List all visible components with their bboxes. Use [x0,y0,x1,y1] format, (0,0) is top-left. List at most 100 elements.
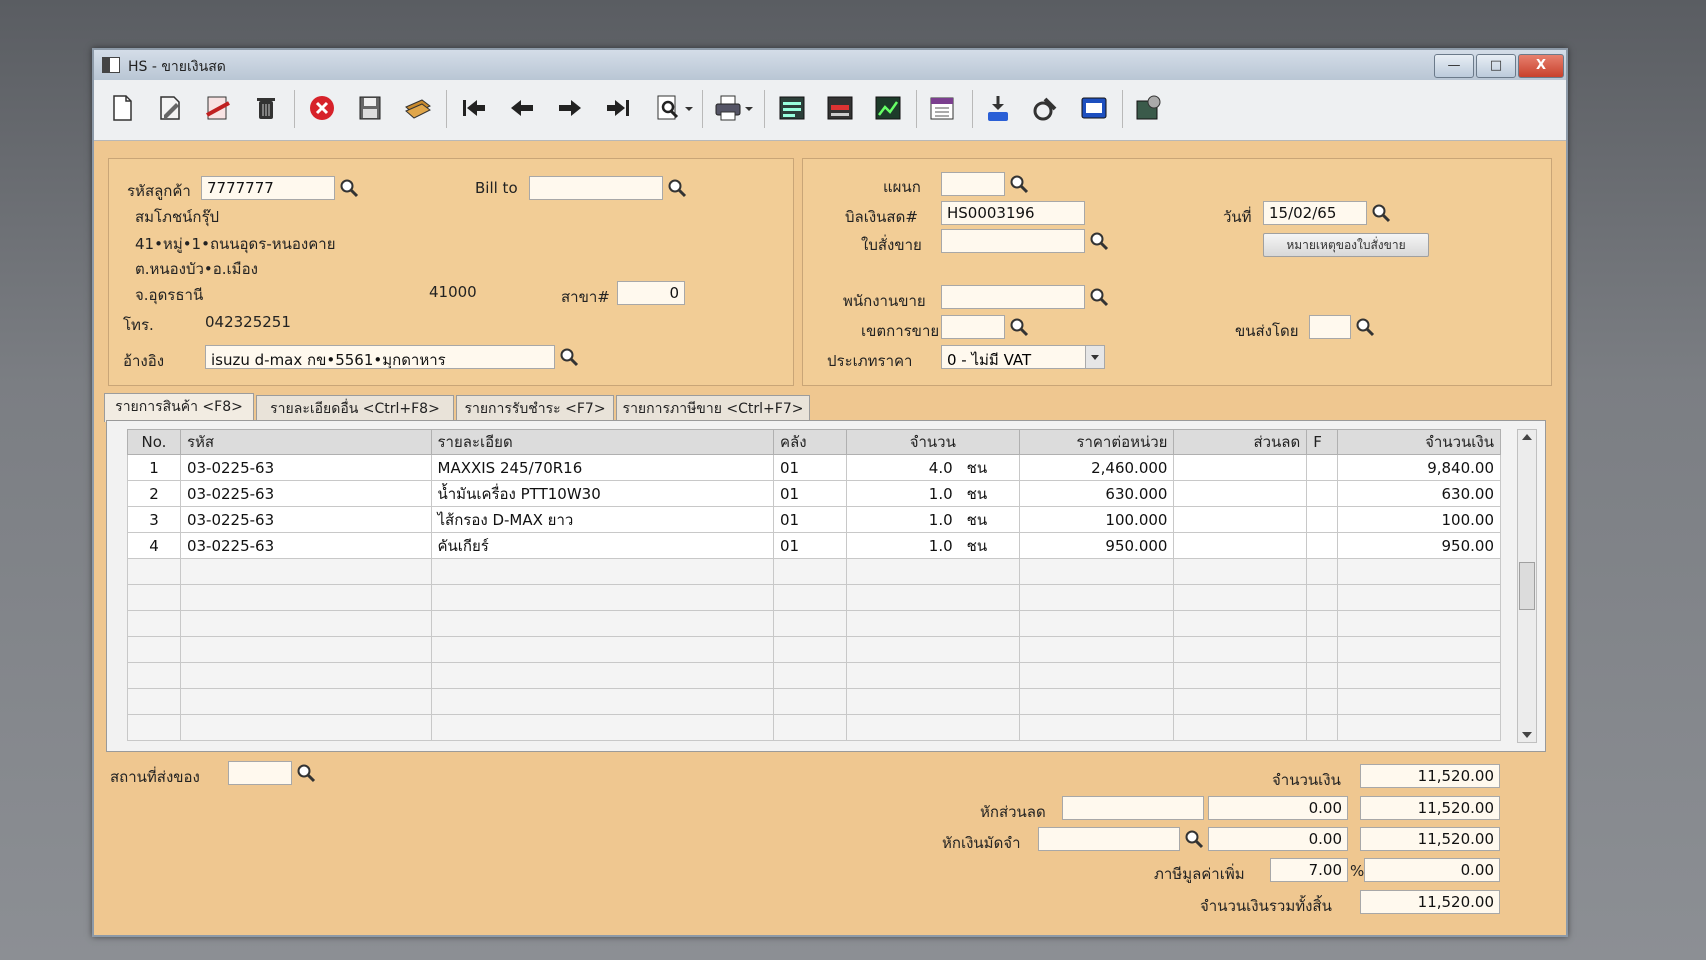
bill-number-input[interactable]: HS0003196 [941,201,1085,225]
reference-search-icon[interactable] [557,345,581,369]
row-number[interactable]: 3 [127,506,181,533]
ship-to-search-icon[interactable] [294,761,318,785]
empty-cell[interactable] [127,558,181,585]
empty-cell[interactable] [1337,636,1501,663]
empty-cell[interactable] [430,662,774,689]
item-amount[interactable]: 100.00 [1337,506,1501,533]
save-icon[interactable] [352,90,388,126]
row-number[interactable]: 4 [127,532,181,559]
empty-row[interactable] [127,610,1501,637]
col-flag[interactable]: F [1306,429,1339,455]
sales-order-note-button[interactable]: หมายเหตุของใบสั่งขาย [1263,233,1429,257]
empty-cell[interactable] [773,714,847,741]
empty-cell[interactable] [1337,662,1501,689]
salesman-input[interactable] [941,285,1085,309]
empty-cell[interactable] [1018,558,1175,585]
empty-cell[interactable] [1306,610,1339,637]
empty-cell[interactable] [430,688,774,715]
empty-cell[interactable] [773,636,847,663]
empty-cell[interactable] [1306,636,1339,663]
customer-search-icon[interactable] [337,176,361,200]
empty-cell[interactable] [1306,714,1339,741]
empty-cell[interactable] [179,688,432,715]
new-document-icon[interactable] [104,90,140,126]
discount-text-input[interactable] [1062,796,1204,820]
item-flag[interactable] [1306,480,1339,507]
empty-row[interactable] [127,558,1501,585]
empty-cell[interactable] [773,584,847,611]
item-flag[interactable] [1306,454,1339,481]
empty-cell[interactable] [127,610,181,637]
deposit-amount-input[interactable]: 0.00 [1208,827,1348,851]
empty-cell[interactable] [179,714,432,741]
item-description[interactable]: MAXXIS 245/70R16 [430,454,774,481]
empty-cell[interactable] [430,584,774,611]
empty-cell[interactable] [1337,714,1501,741]
shipper-input[interactable] [1309,315,1351,339]
empty-cell[interactable] [127,584,181,611]
first-record-icon[interactable] [456,90,492,126]
grid-scrollbar[interactable] [1517,429,1537,743]
branch-input[interactable]: 0 [617,281,685,305]
item-code[interactable]: 03-0225-63 [179,532,432,559]
empty-cell[interactable] [1018,584,1175,611]
calendar-icon[interactable] [924,90,960,126]
cancel-icon[interactable] [304,90,340,126]
empty-row[interactable] [127,662,1501,689]
empty-cell[interactable] [430,558,774,585]
ok-check-icon[interactable] [1028,90,1064,126]
report2-icon[interactable] [822,90,858,126]
row-number[interactable]: 1 [127,454,181,481]
close-button[interactable]: X [1518,54,1564,78]
empty-cell[interactable] [1018,688,1175,715]
item-flag[interactable] [1306,532,1339,559]
bill-to-input[interactable] [529,176,663,200]
empty-cell[interactable] [179,610,432,637]
empty-cell[interactable] [773,662,847,689]
empty-cell[interactable] [1173,714,1308,741]
empty-cell[interactable] [127,714,181,741]
empty-cell[interactable] [1306,558,1339,585]
print-dropdown-icon[interactable] [742,90,756,126]
item-discount[interactable] [1173,454,1308,481]
empty-cell[interactable] [1018,662,1175,689]
empty-cell[interactable] [845,636,1020,663]
report1-icon[interactable] [774,90,810,126]
report3-icon[interactable] [870,90,906,126]
empty-cell[interactable] [127,688,181,715]
item-warehouse[interactable]: 01 [773,480,847,507]
empty-cell[interactable] [179,636,432,663]
customer-code-input[interactable]: 7777777 [201,176,335,200]
col-quantity[interactable]: จำนวน [845,429,1020,455]
item-amount[interactable]: 630.00 [1337,480,1501,507]
col-unit-price[interactable]: ราคาต่อหน่วย [1018,429,1175,455]
reference-input[interactable]: isuzu d-max กข•5561•มุกดาหาร [205,345,555,369]
item-amount[interactable]: 950.00 [1337,532,1501,559]
item-discount[interactable] [1173,480,1308,507]
empty-row[interactable] [127,714,1501,741]
col-no[interactable]: No. [127,429,181,455]
minimize-button[interactable]: — [1434,54,1474,78]
tab-other-details[interactable]: รายละเอียดอื่น <Ctrl+F8> [256,395,454,422]
item-description[interactable]: คันเกียร์ [430,532,774,559]
empty-cell[interactable] [845,558,1020,585]
empty-cell[interactable] [1306,688,1339,715]
empty-cell[interactable] [773,688,847,715]
empty-row[interactable] [127,688,1501,715]
sales-area-search-icon[interactable] [1007,315,1031,339]
deposit-search-icon[interactable] [1182,827,1206,851]
vat-rate-input[interactable]: 7.00 [1270,858,1348,882]
item-unit-price[interactable]: 2,460.000 [1018,454,1175,481]
empty-cell[interactable] [1173,584,1308,611]
last-record-icon[interactable] [600,90,636,126]
empty-cell[interactable] [1173,610,1308,637]
empty-cell[interactable] [179,558,432,585]
items-grid[interactable]: No. รหัส รายละเอียด คลัง จำนวน ราคาต่อหน… [106,420,1546,752]
item-quantity[interactable]: 1.0 ชน [845,506,1020,533]
ship-to-input[interactable] [228,761,292,785]
empty-cell[interactable] [1337,610,1501,637]
price-type-select[interactable]: 0 - ไม่มี VAT [941,345,1105,369]
scroll-up-icon[interactable] [1522,434,1532,440]
tab-payments[interactable]: รายการรับชำระ <F7> [456,395,614,422]
item-quantity[interactable]: 1.0 ชน [845,532,1020,559]
